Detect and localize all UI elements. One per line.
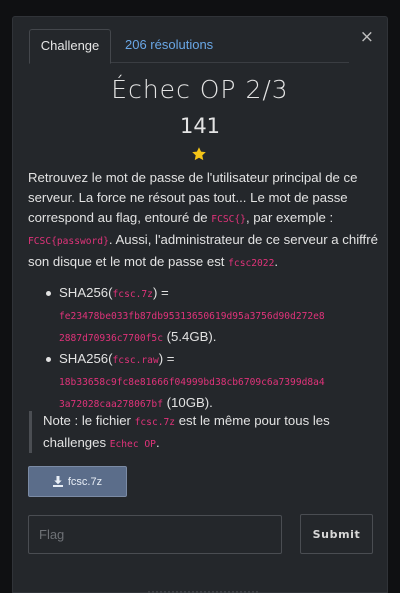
download-label: fcsc.7z — [67, 475, 103, 488]
tab-resolutions[interactable]: 206 résolutions — [125, 29, 213, 63]
close-icon: × — [359, 27, 374, 47]
tab-challenge[interactable]: Challenge — [29, 29, 111, 64]
inline-code: fcsc2022 — [228, 258, 275, 269]
challenge-points: 141 — [179, 114, 221, 138]
hash-prefix: SHA256( — [59, 285, 113, 300]
list-item: SHA256(fcsc.7z) = fe23478be033fb87db9531… — [44, 283, 384, 349]
description-text: . — [274, 254, 279, 269]
file-size: (5.4GB). — [166, 329, 217, 344]
inline-code: FCSC{password} — [28, 236, 109, 247]
star-icon — [192, 147, 206, 161]
flag-input[interactable] — [28, 515, 282, 554]
download-file-button[interactable]: fcsc.7z — [28, 466, 127, 497]
inline-code: fcsc.7z — [134, 417, 176, 428]
modal-tabs: Challenge 206 résolutions — [29, 29, 349, 64]
note-blockquote: Note : le fichier fcsc.7z est le même po… — [29, 411, 369, 453]
description-text: , par exemple : — [245, 210, 334, 225]
note-text: Note : le fichier — [43, 413, 135, 428]
inline-code: Echec OP — [109, 439, 156, 450]
file-name-code: fcsc.raw — [112, 355, 159, 366]
hash-suffix: ) = — [158, 351, 175, 366]
list-item: SHA256(fcsc.raw) = 18b33658c9fc8e81666f0… — [44, 349, 384, 415]
note-text: . — [155, 435, 160, 450]
file-size: (10GB). — [166, 395, 213, 410]
hash-suffix: ) = — [152, 285, 169, 300]
hash-prefix: SHA256( — [59, 351, 113, 366]
file-hash-list: SHA256(fcsc.7z) = fe23478be033fb87db9531… — [44, 283, 384, 415]
file-name-code: fcsc.7z — [112, 289, 153, 300]
submit-button[interactable]: Submit — [300, 514, 373, 554]
challenge-modal: Challenge 206 résolutions × Échec OP 2/3… — [12, 16, 388, 593]
challenge-title: Échec OP 2/3 — [111, 75, 289, 104]
download-icon — [52, 476, 63, 487]
close-button[interactable]: × — [360, 27, 374, 47]
challenge-description: Retrouvez le mot de passe de l'utilisate… — [28, 168, 378, 274]
inline-code: FCSC{} — [211, 214, 246, 225]
